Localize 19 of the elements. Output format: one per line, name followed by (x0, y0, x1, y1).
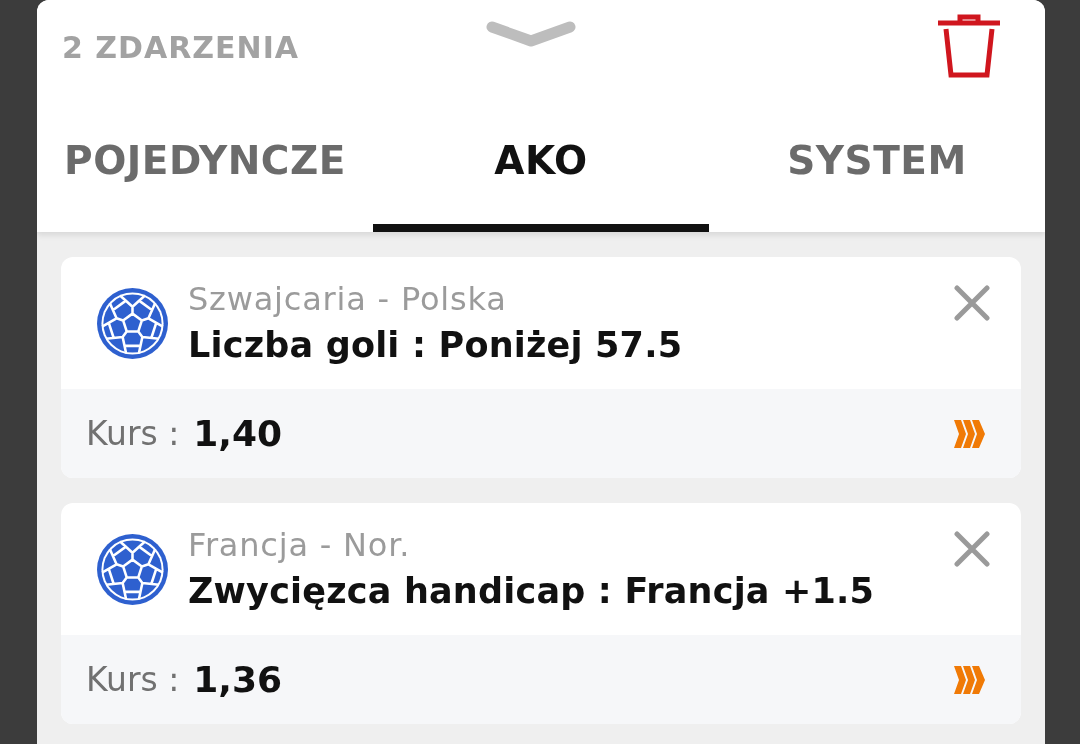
odds-value: 1,40 (193, 413, 284, 454)
odds-value: 1,36 (193, 659, 284, 700)
tab[interactable]: POJEDYNCZE (37, 96, 373, 232)
soccer-ball-icon (97, 533, 168, 605)
odds-label: Kurs : (86, 414, 180, 453)
close-icon[interactable] (954, 285, 990, 321)
chevron-down-icon[interactable] (486, 20, 576, 48)
soccer-ball-icon (97, 287, 168, 359)
bet-selection: Zwycięzca handicap : Francja +1.5 (188, 570, 876, 613)
odds-label: Kurs : (86, 660, 180, 699)
bet-count-title: 2 ZDARZENIA (62, 29, 300, 65)
triple-chevron-icon[interactable] (954, 419, 985, 448)
match-name: Francja - Nor. (188, 525, 412, 566)
trash-icon[interactable] (938, 14, 1000, 78)
tab[interactable]: SYSTEM (709, 96, 1045, 232)
match-name: Szwajcaria - Polska (188, 279, 508, 320)
triple-chevron-icon[interactable] (954, 665, 985, 694)
bet-selection: Liczba goli : Poniżej 57.5 (188, 324, 684, 367)
close-icon[interactable] (954, 531, 990, 567)
